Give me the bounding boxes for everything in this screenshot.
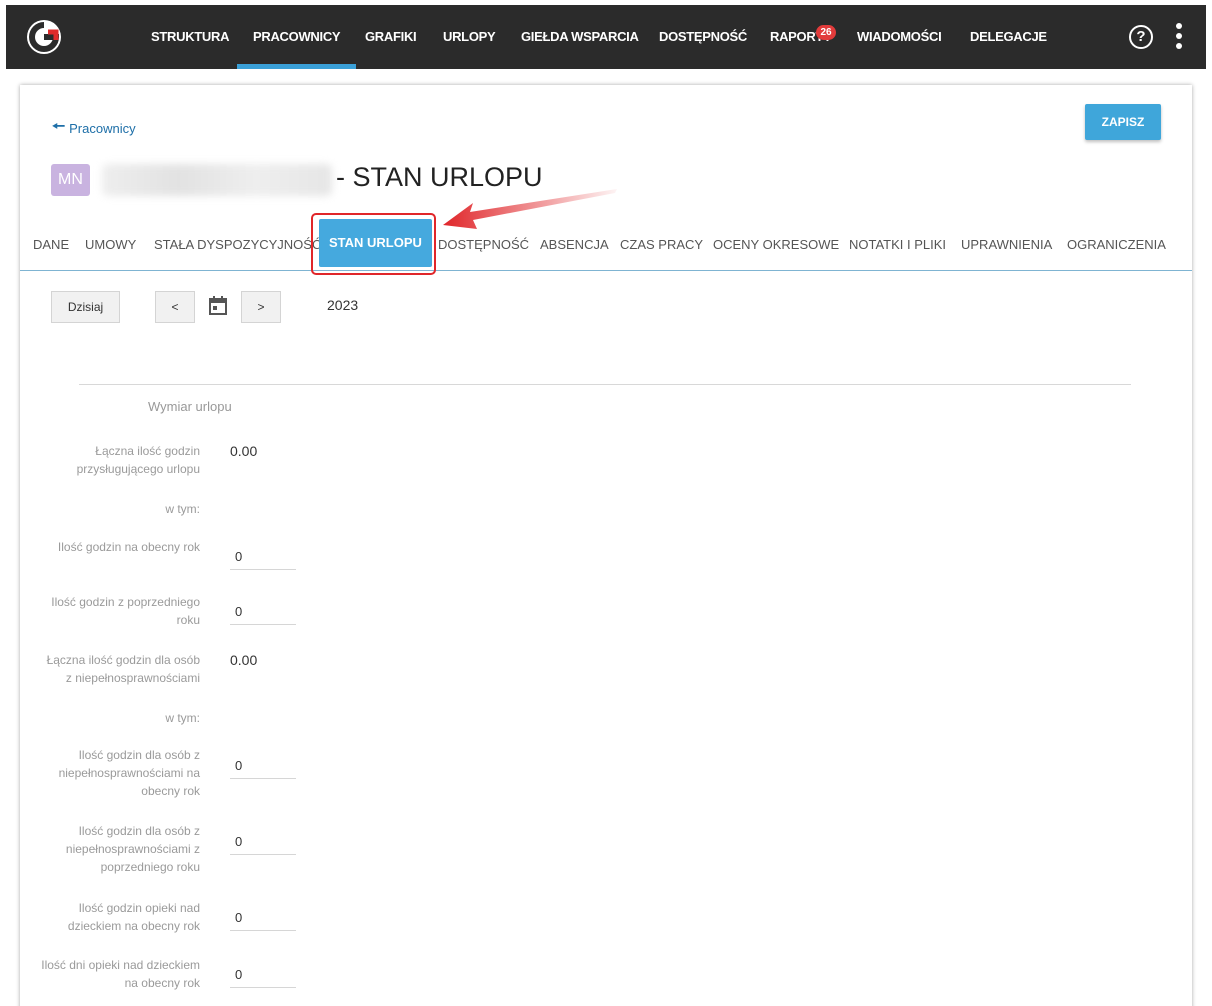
- nav-item-struktura[interactable]: STRUKTURA: [151, 5, 229, 69]
- arrow-left-icon: 🠔: [52, 118, 66, 135]
- disabled-previous-year-label: Ilość godzin dla osób z niepełnosprawnoś…: [65, 824, 200, 874]
- including-label-1: w tym:: [165, 502, 200, 516]
- tab-ograniczenia[interactable]: OGRANICZENIA: [1067, 237, 1166, 252]
- nav-item-wiadomosci[interactable]: WIADOMOŚCI: [857, 5, 942, 69]
- tab-dostepnosc[interactable]: DOSTĘPNOŚĆ: [438, 237, 529, 252]
- tab-uprawnienia[interactable]: UPRAWNIENIA: [961, 237, 1052, 252]
- calendar-icon[interactable]: [208, 296, 228, 316]
- tab-absencja[interactable]: ABSENCJA: [540, 237, 609, 252]
- childcare-hours-label: Ilość godzin opieki nad dzieckiem na obe…: [67, 901, 200, 933]
- tab-umowy[interactable]: UMOWY: [85, 237, 136, 252]
- nav-item-pracownicy[interactable]: PRACOWNICY: [236, 5, 357, 69]
- tab-oceny-okresowe[interactable]: OCENY OKRESOWE: [713, 237, 839, 252]
- including-label-2: w tym:: [165, 711, 200, 725]
- nav-item-delegacje[interactable]: DELEGACJE: [970, 5, 1047, 69]
- tab-notatki-i-pliki[interactable]: NOTATKI I PLIKI: [849, 237, 946, 252]
- next-button[interactable]: >: [241, 291, 281, 323]
- total-hours-label: Łączna ilość godzin przysługującego urlo…: [76, 444, 200, 476]
- childcare-days-field[interactable]: 0: [230, 962, 296, 988]
- avatar: MN: [51, 164, 90, 196]
- nav-item-dostepnosc[interactable]: DOSTĘPNOŚĆ: [659, 5, 747, 69]
- annotation-highlight-box: [311, 213, 436, 275]
- disabled-previous-year-field[interactable]: 0: [230, 829, 296, 855]
- disabled-total-hours-label: Łączna ilość godzin dla osób z niepełnos…: [46, 653, 200, 685]
- year-label: 2023: [327, 297, 359, 313]
- app-logo-icon[interactable]: [26, 19, 62, 55]
- previous-button[interactable]: <: [155, 291, 195, 323]
- tab-dane[interactable]: DANE: [33, 237, 69, 252]
- childcare-days-label: Ilość dni opieki nad dzieckiem na obecny…: [41, 958, 200, 990]
- annotation-arrow-icon: [443, 189, 617, 229]
- section-title: Wymiar urlopu: [148, 399, 232, 414]
- current-year-hours-field[interactable]: 0: [230, 544, 296, 570]
- more-vertical-icon[interactable]: [1174, 23, 1184, 51]
- main-card: 🠔 Pracownicy ZAPISZ MN - STAN URLOPU DAN…: [20, 85, 1192, 1006]
- notification-badge: 26: [816, 25, 836, 40]
- top-navbar: STRUKTURA PRACOWNICY GRAFIKI URLOPY GIEŁ…: [6, 5, 1206, 69]
- tab-stala-dyspozycyjnosc[interactable]: STAŁA DYSPOZYCYJNOŚĆ: [154, 237, 321, 252]
- back-link[interactable]: 🠔 Pracownicy: [52, 116, 136, 141]
- help-icon[interactable]: ?: [1129, 25, 1153, 49]
- current-year-hours-label: Ilość godzin na obecny rok: [57, 540, 200, 554]
- today-button[interactable]: Dzisiaj: [51, 291, 120, 323]
- disabled-current-year-field[interactable]: 0: [230, 753, 296, 779]
- employee-name-blurred: [102, 164, 332, 196]
- back-link-label: Pracownicy: [69, 121, 136, 136]
- previous-year-hours-field[interactable]: 0: [230, 599, 296, 625]
- divider: [79, 384, 1131, 385]
- tab-czas-pracy[interactable]: CZAS PRACY: [620, 237, 703, 252]
- nav-item-urlopy[interactable]: URLOPY: [443, 5, 496, 69]
- nav-item-gielda-wsparcia[interactable]: GIEŁDA WSPARCIA: [521, 5, 639, 69]
- disabled-total-hours-value: 0.00: [230, 652, 258, 668]
- disabled-current-year-label: Ilość godzin dla osób z niepełnosprawnoś…: [58, 748, 200, 798]
- total-hours-value: 0.00: [230, 443, 258, 459]
- childcare-hours-field[interactable]: 0: [230, 905, 296, 931]
- save-button[interactable]: ZAPISZ: [1085, 104, 1161, 140]
- nav-item-grafiki[interactable]: GRAFIKI: [365, 5, 417, 69]
- previous-year-hours-label: Ilość godzin z poprzedniego roku: [51, 595, 200, 627]
